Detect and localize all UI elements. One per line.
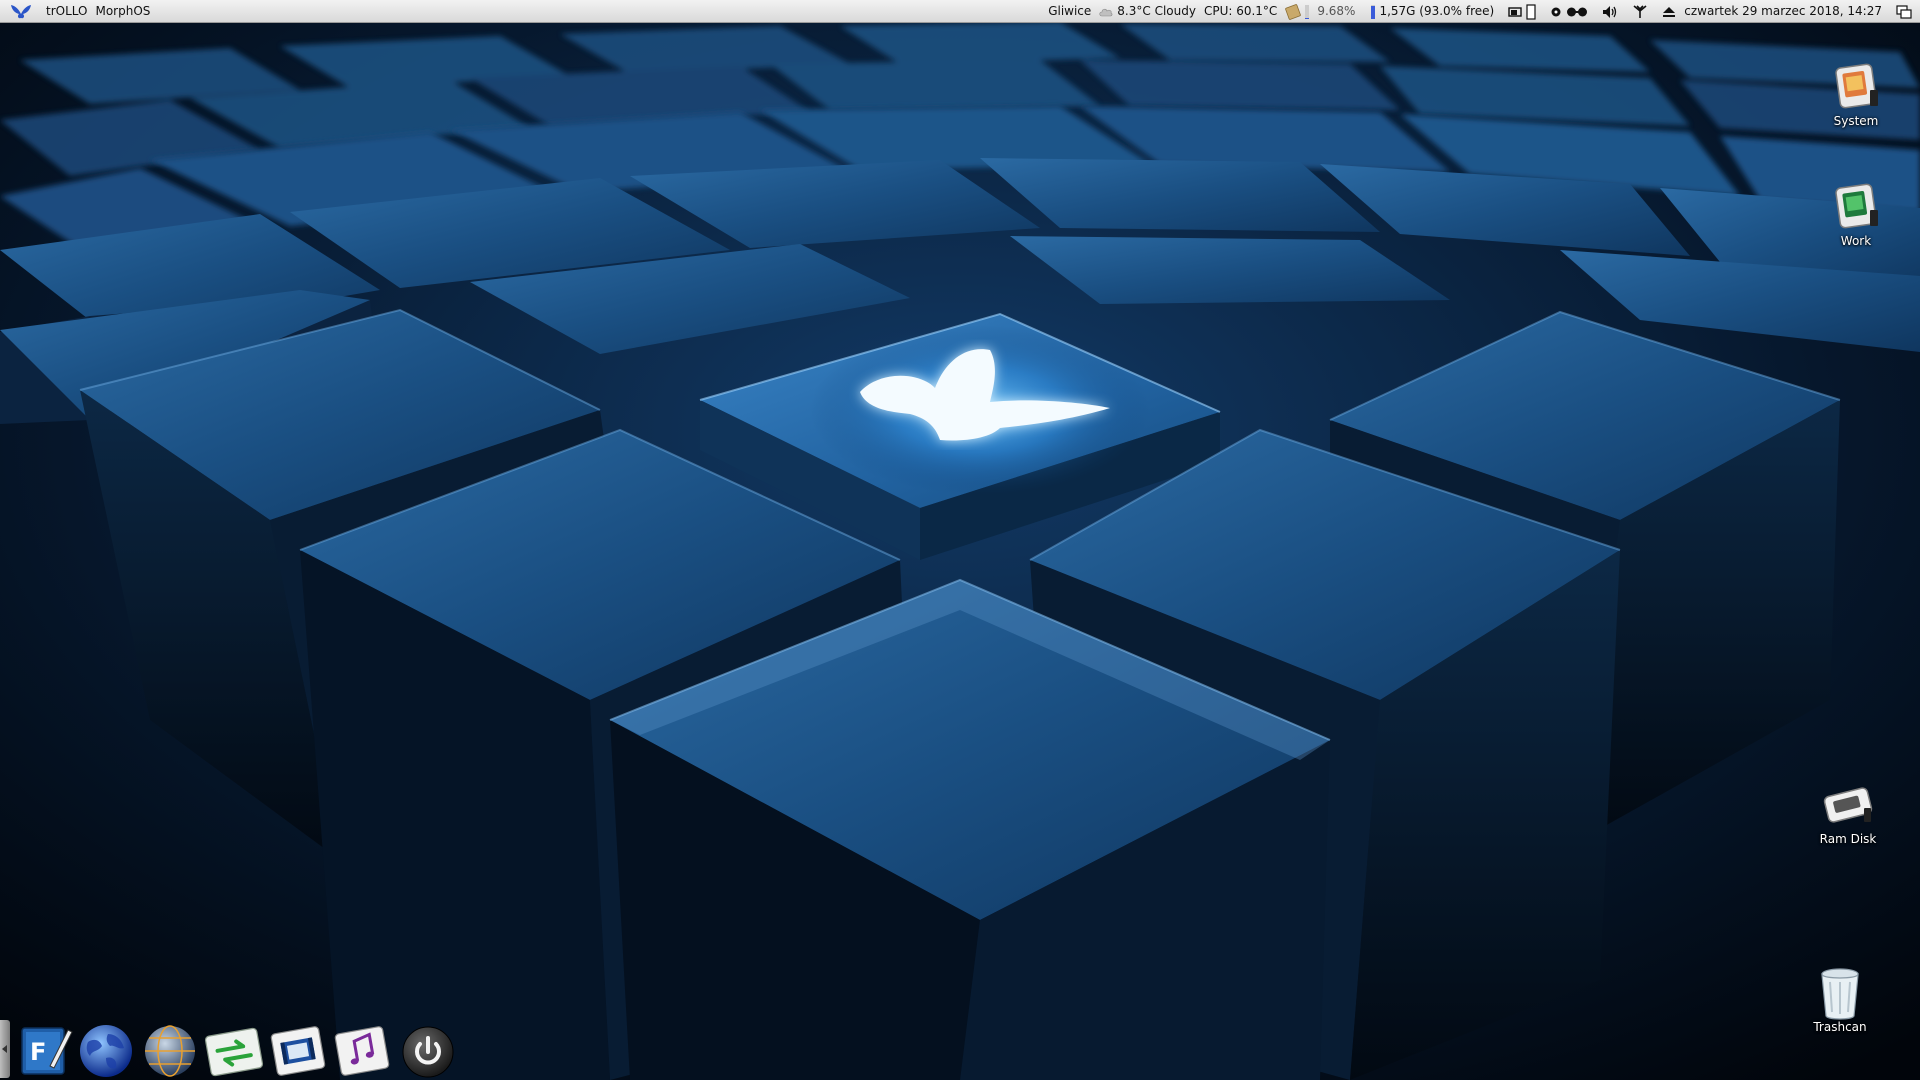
- memory-bar: [1371, 4, 1376, 19]
- weather-text: 8.3°C Cloudy: [1117, 4, 1196, 18]
- desktop-icon-ram-disk[interactable]: Ram Disk: [1803, 778, 1893, 846]
- memory-text: 1,57G (93.0% free): [1379, 4, 1495, 18]
- active-app-name[interactable]: trOLLO: [46, 0, 87, 23]
- desktop-icon-system[interactable]: System: [1811, 60, 1901, 128]
- film-icon: [270, 1026, 326, 1076]
- desktop-icon-work[interactable]: Work: [1811, 180, 1901, 248]
- desktop-icon-label: Ram Disk: [1819, 832, 1877, 846]
- cpu-usage-text: 9.68%: [1317, 4, 1356, 18]
- volume-icon[interactable]: [1602, 0, 1618, 23]
- clock-datetime[interactable]: czwartek 29 marzec 2018, 14:27: [1684, 0, 1882, 23]
- dock-item-transfer[interactable]: [204, 1020, 264, 1080]
- eject-icon[interactable]: [1662, 0, 1676, 23]
- screen-depth-icon[interactable]: [1508, 0, 1522, 23]
- desktop-icon-trashcan[interactable]: Trashcan: [1795, 966, 1885, 1034]
- glasses-icon[interactable]: [1566, 0, 1588, 23]
- desktop-icon-label: Trashcan: [1813, 1020, 1867, 1034]
- network-globe-icon: [145, 1025, 195, 1077]
- window-icon[interactable]: [1526, 0, 1536, 23]
- screens-icon[interactable]: [1896, 0, 1912, 23]
- svg-text:F: F: [30, 1038, 46, 1066]
- dock-item-network[interactable]: [140, 1020, 200, 1080]
- trashcan-icon: [1814, 966, 1866, 1020]
- dock: F: [0, 1014, 470, 1080]
- ram-disk-icon: [1822, 778, 1874, 830]
- transfer-arrows-icon: [204, 1027, 264, 1077]
- record-icon[interactable]: [1550, 0, 1562, 23]
- power-icon: [402, 1026, 454, 1078]
- butterfly-menu-icon[interactable]: [10, 0, 32, 23]
- screen-bar: trOLLO MorphOS Gliwice 8.3°C Cloudy CPU:…: [0, 0, 1920, 23]
- wallpaper: [0, 0, 1920, 1080]
- dock-item-browser[interactable]: [76, 1020, 136, 1080]
- desktop-icon-label: Work: [1840, 234, 1872, 248]
- dock-item-shutdown[interactable]: [398, 1020, 458, 1080]
- network-icon[interactable]: [1632, 0, 1648, 23]
- dock-item-music[interactable]: [332, 1020, 392, 1080]
- text-editor-icon: F: [21, 1027, 73, 1075]
- dock-item-editor[interactable]: F: [14, 1020, 74, 1080]
- desktop[interactable]: trOLLO MorphOS Gliwice 8.3°C Cloudy CPU:…: [0, 0, 1920, 1080]
- screen-title[interactable]: MorphOS: [95, 0, 150, 23]
- work-disk-icon: [1830, 180, 1882, 232]
- desktop-icon-label: System: [1833, 114, 1879, 128]
- cpu-chip-icon: [1285, 0, 1302, 23]
- cpu-usage-bar: [1305, 4, 1310, 19]
- globe-icon: [80, 1025, 132, 1077]
- system-disk-icon: [1830, 60, 1882, 112]
- cpu-temperature: CPU: 60.1°C: [1203, 4, 1278, 18]
- cloud-icon: [1099, 0, 1113, 23]
- dock-item-video[interactable]: [268, 1020, 328, 1080]
- dock-handle[interactable]: [0, 1020, 10, 1078]
- music-note-icon: [334, 1026, 390, 1076]
- weather-city[interactable]: Gliwice: [1048, 0, 1091, 23]
